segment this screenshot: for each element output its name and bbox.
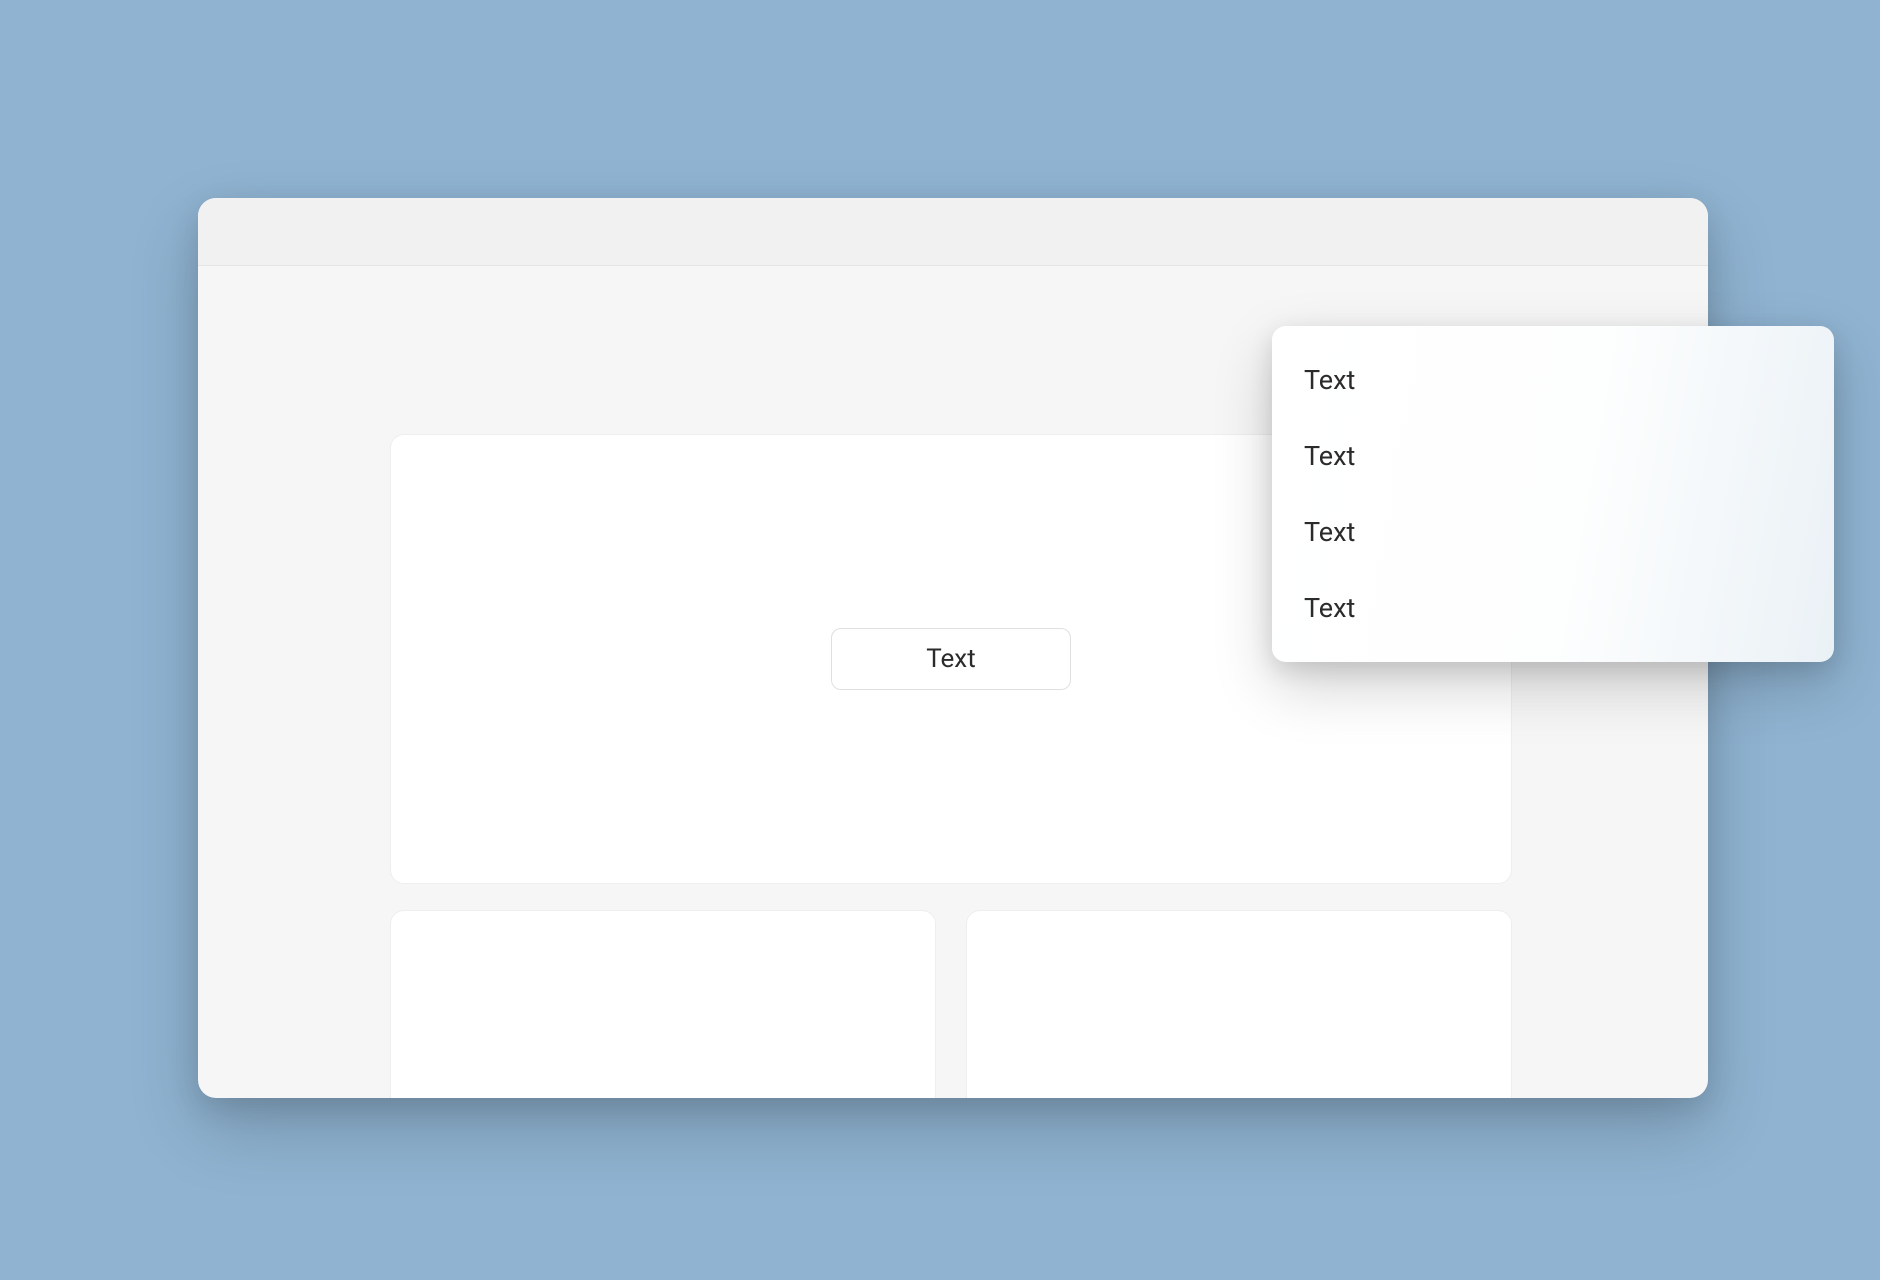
dropdown-item-label: Text — [1304, 364, 1355, 396]
text-button-label: Text — [926, 644, 975, 674]
titlebar — [198, 198, 1708, 266]
dropdown-item-0[interactable]: Text — [1272, 342, 1834, 418]
dropdown-item-1[interactable]: Text — [1272, 418, 1834, 494]
card-left — [390, 910, 936, 1098]
dropdown-item-3[interactable]: Text — [1272, 570, 1834, 646]
dropdown-item-label: Text — [1304, 440, 1355, 472]
dropdown-item-label: Text — [1304, 516, 1355, 548]
dropdown-item-label: Text — [1304, 592, 1355, 624]
text-button[interactable]: Text — [831, 628, 1071, 690]
dropdown-menu: Text Text Text Text — [1272, 326, 1834, 662]
card-right — [966, 910, 1512, 1098]
dropdown-item-2[interactable]: Text — [1272, 494, 1834, 570]
